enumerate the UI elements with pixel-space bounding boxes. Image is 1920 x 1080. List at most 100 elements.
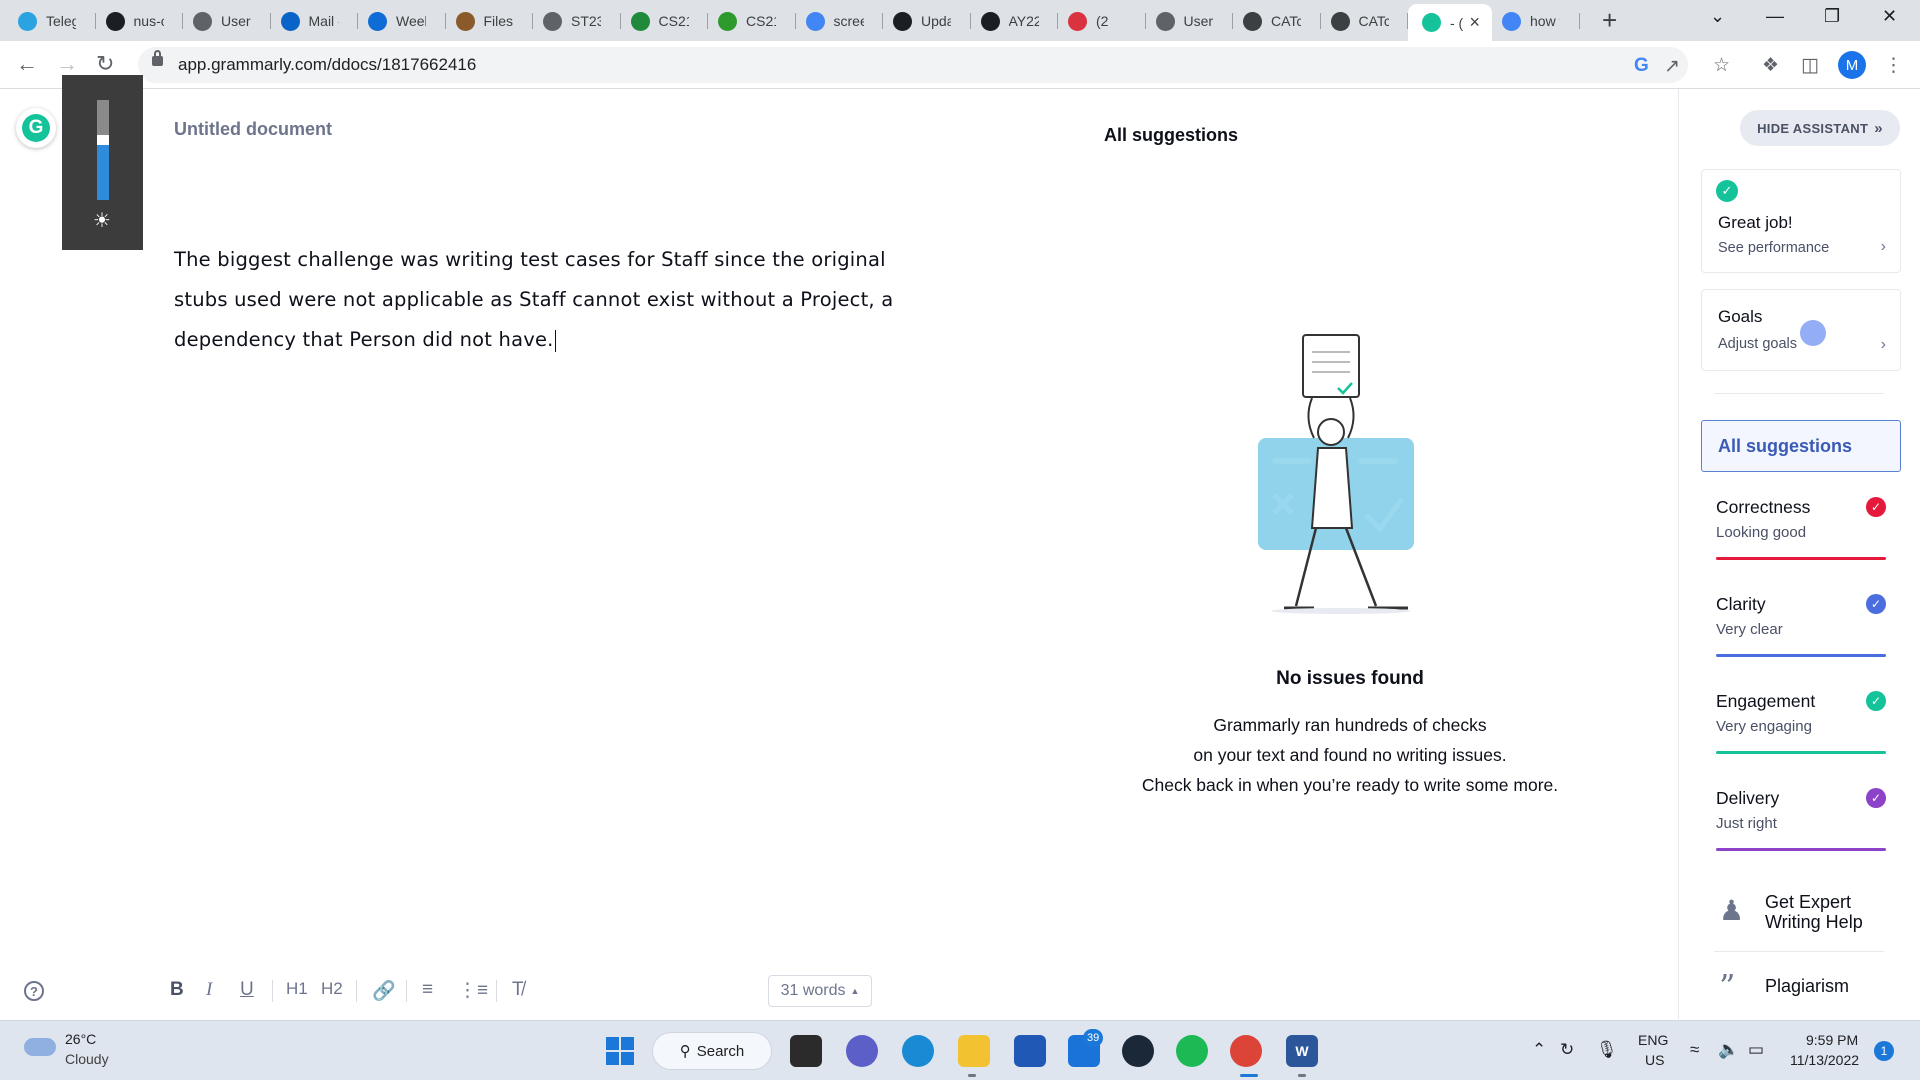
- language-region[interactable]: US: [1645, 1052, 1664, 1068]
- tab-title: how t: [1530, 13, 1560, 29]
- side-panel-icon[interactable]: ◫: [1801, 54, 1819, 77]
- browser-tab[interactable]: CS21(: [621, 6, 708, 36]
- browser-tab[interactable]: User (: [1146, 6, 1233, 36]
- word-count-button[interactable]: 31 words ▲: [768, 975, 872, 1007]
- google-translate-icon[interactable]: G: [1634, 55, 1649, 77]
- browser-tab[interactable]: Upda: [883, 6, 971, 36]
- plagiarism-button[interactable]: Plagiarism: [1765, 976, 1849, 997]
- minimize-icon[interactable]: —: [1766, 6, 1784, 27]
- browser-tab[interactable]: Files: [446, 6, 533, 36]
- bold-button[interactable]: B: [170, 979, 184, 1001]
- category-correctness[interactable]: Correctness Looking good ✓: [1716, 497, 1886, 567]
- steam-icon[interactable]: [1122, 1035, 1154, 1067]
- browser-tab[interactable]: ST23:: [533, 6, 621, 36]
- hide-assistant-button[interactable]: HIDE ASSISTANT »: [1740, 110, 1900, 146]
- cloud-icon[interactable]: [24, 1038, 56, 1056]
- ordered-list-icon[interactable]: ≡: [422, 979, 433, 1001]
- tab-title: screen: [833, 13, 864, 29]
- edge-icon[interactable]: [902, 1035, 934, 1067]
- taskbar-search-button[interactable]: ⚲ Search: [652, 1032, 772, 1070]
- clock-time[interactable]: 9:59 PM: [1806, 1032, 1858, 1048]
- word-icon[interactable]: W: [1286, 1035, 1318, 1067]
- browser-tab[interactable]: CATch: [1233, 6, 1321, 36]
- browser-tab[interactable]: User (: [183, 6, 271, 36]
- windows-start-button[interactable]: [606, 1037, 634, 1065]
- clock-date[interactable]: 11/13/2022: [1790, 1052, 1859, 1068]
- browser-tab[interactable]: (2: [1058, 6, 1146, 36]
- category-engagement[interactable]: Engagement Very engaging ✓: [1716, 691, 1886, 761]
- address-bar[interactable]: app.grammarly.com/ddocs/1817662416 G ↗: [138, 47, 1688, 83]
- browser-tab[interactable]: CATch: [1321, 6, 1408, 36]
- lock-icon[interactable]: [152, 50, 163, 66]
- language-indicator[interactable]: ENG: [1638, 1032, 1668, 1048]
- browser-tab[interactable]: how t: [1492, 6, 1580, 36]
- browser-tab[interactable]: nus-c: [96, 6, 183, 36]
- clear-format-icon[interactable]: T̸: [512, 979, 524, 1001]
- goals-title: Goals: [1718, 307, 1763, 326]
- wifi-icon[interactable]: ≈: [1690, 1040, 1699, 1060]
- grammarly-logo[interactable]: G: [16, 108, 56, 148]
- task-view-icon[interactable]: [790, 1035, 822, 1067]
- italic-button[interactable]: I: [206, 979, 212, 1001]
- document-title[interactable]: Untitled document: [174, 119, 332, 140]
- share-icon[interactable]: ↗: [1664, 55, 1680, 78]
- microphone-icon[interactable]: 🎙: [1596, 1040, 1618, 1060]
- no-issues-line: on your text and found no writing issues…: [1193, 745, 1507, 765]
- expert-help-button[interactable]: Get Expert Writing Help: [1765, 892, 1875, 932]
- bookmark-star-icon[interactable]: ☆: [1713, 54, 1730, 77]
- browser-tab[interactable]: screen: [796, 6, 883, 36]
- grid-icon: [718, 11, 737, 31]
- weather-temperature[interactable]: 26°C: [65, 1031, 96, 1047]
- document-editor[interactable]: The biggest challenge was writing test c…: [174, 240, 934, 360]
- browser-tab[interactable]: AY22: [971, 6, 1058, 36]
- reload-icon[interactable]: ↻: [96, 51, 114, 77]
- spotify-icon[interactable]: [1176, 1035, 1208, 1067]
- url-text[interactable]: app.grammarly.com/ddocs/1817662416: [178, 55, 476, 75]
- forward-icon[interactable]: →: [56, 51, 78, 77]
- notification-badge[interactable]: 1: [1874, 1041, 1894, 1061]
- window-close-icon[interactable]: ✕: [1882, 6, 1897, 27]
- brightness-slider[interactable]: [97, 100, 109, 200]
- sync-icon[interactable]: ↻: [1560, 1040, 1574, 1060]
- back-icon[interactable]: ←: [16, 51, 38, 77]
- document-text[interactable]: The biggest challenge was writing test c…: [174, 248, 893, 351]
- maximize-icon[interactable]: ❐: [1824, 6, 1840, 27]
- file-explorer-icon[interactable]: [958, 1035, 990, 1067]
- browser-tab[interactable]: Teleg: [8, 6, 96, 36]
- extensions-puzzle-icon[interactable]: ❖: [1762, 54, 1779, 77]
- goals-card[interactable]: Goals Adjust goals ›: [1701, 289, 1901, 371]
- bullet-list-icon[interactable]: ⋮≡: [458, 979, 488, 1002]
- link-icon[interactable]: 🔗: [372, 979, 396, 1003]
- running-indicator: [1240, 1074, 1258, 1077]
- browser-tab[interactable]: Mail -: [271, 6, 358, 36]
- weather-description[interactable]: Cloudy: [65, 1051, 109, 1067]
- heading1-button[interactable]: H1: [286, 979, 308, 999]
- battery-icon[interactable]: ▭: [1748, 1040, 1764, 1060]
- microsoft-store-icon[interactable]: [1014, 1035, 1046, 1067]
- category-delivery[interactable]: Delivery Just right ✓: [1716, 788, 1886, 858]
- brightness-overlay[interactable]: ☀: [62, 75, 143, 250]
- chevron-up-icon[interactable]: ⌃: [1532, 1040, 1546, 1060]
- browser-tab[interactable]: Week: [358, 6, 446, 36]
- github-icon: [980, 11, 1000, 31]
- chrome-icon[interactable]: [1230, 1035, 1262, 1067]
- teams-chat-icon[interactable]: [846, 1035, 878, 1067]
- running-indicator: [1298, 1074, 1306, 1077]
- all-suggestions-tab[interactable]: All suggestions: [1701, 420, 1901, 472]
- performance-card[interactable]: ✓ Great job! See performance ›: [1701, 169, 1901, 273]
- category-title: Delivery: [1716, 788, 1780, 808]
- tab-title: Mail -: [308, 13, 339, 29]
- tab-search-icon[interactable]: ⌄: [1710, 6, 1725, 27]
- menu-kebab-icon[interactable]: ⋮: [1884, 54, 1903, 77]
- brightness-thumb[interactable]: [97, 135, 109, 145]
- underline-button[interactable]: U: [240, 979, 254, 1001]
- browser-tab[interactable]: - (×: [1408, 4, 1492, 41]
- category-clarity[interactable]: Clarity Very clear ✓: [1716, 594, 1886, 664]
- help-icon[interactable]: ?: [24, 981, 44, 1001]
- heading2-button[interactable]: H2: [321, 979, 343, 999]
- browser-tab[interactable]: CS21(: [708, 6, 796, 36]
- profile-avatar[interactable]: M: [1838, 51, 1866, 79]
- volume-icon[interactable]: 🔈: [1718, 1040, 1739, 1060]
- new-tab-button[interactable]: +: [1602, 7, 1617, 33]
- tab-close-icon[interactable]: ×: [1469, 12, 1480, 33]
